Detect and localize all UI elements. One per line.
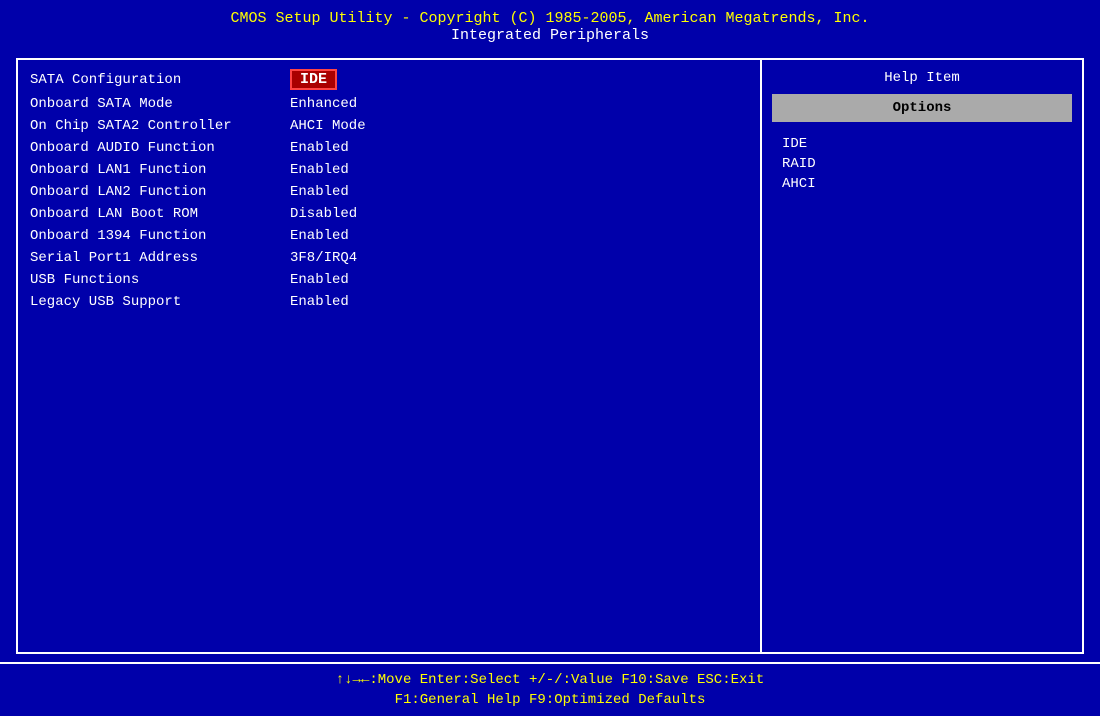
config-label: USB Functions xyxy=(30,272,290,288)
footer-line2: F1:General Help F9:Optimized Defaults xyxy=(0,690,1100,710)
config-row[interactable]: Onboard LAN Boot ROMDisabled xyxy=(18,203,760,225)
options-box: Options xyxy=(772,94,1072,122)
config-label: Serial Port1 Address xyxy=(30,250,290,266)
config-value[interactable]: Enabled xyxy=(290,272,349,288)
config-value[interactable]: Enabled xyxy=(290,294,349,310)
option-item[interactable]: IDE xyxy=(782,134,1062,154)
option-item[interactable]: AHCI xyxy=(782,174,1062,194)
config-value[interactable]: AHCI Mode xyxy=(290,118,366,134)
config-label: Onboard 1394 Function xyxy=(30,228,290,244)
config-label: SATA Configuration xyxy=(30,72,290,88)
main-content: SATA ConfigurationIDEOnboard SATA ModeEn… xyxy=(16,58,1084,654)
config-label: Legacy USB Support xyxy=(30,294,290,310)
config-value[interactable]: Enabled xyxy=(290,184,349,200)
config-row[interactable]: Serial Port1 Address3F8/IRQ4 xyxy=(18,247,760,269)
config-label: Onboard SATA Mode xyxy=(30,96,290,112)
option-item[interactable]: RAID xyxy=(782,154,1062,174)
options-list: IDERAIDAHCI xyxy=(762,130,1082,198)
right-panel: Help Item Options IDERAIDAHCI xyxy=(762,60,1082,652)
bios-header: CMOS Setup Utility - Copyright (C) 1985-… xyxy=(0,0,1100,50)
header-subtitle: Integrated Peripherals xyxy=(0,27,1100,44)
config-label: On Chip SATA2 Controller xyxy=(30,118,290,134)
header-title: CMOS Setup Utility - Copyright (C) 1985-… xyxy=(0,10,1100,27)
config-value[interactable]: Enabled xyxy=(290,140,349,156)
config-label: Onboard AUDIO Function xyxy=(30,140,290,156)
config-row[interactable]: Onboard LAN1 FunctionEnabled xyxy=(18,159,760,181)
config-label: Onboard LAN2 Function xyxy=(30,184,290,200)
config-row[interactable]: SATA ConfigurationIDE xyxy=(18,66,760,93)
config-row[interactable]: USB FunctionsEnabled xyxy=(18,269,760,291)
config-row[interactable]: Onboard SATA ModeEnhanced xyxy=(18,93,760,115)
config-value[interactable]: Enhanced xyxy=(290,96,357,112)
config-row[interactable]: Onboard 1394 FunctionEnabled xyxy=(18,225,760,247)
config-value[interactable]: Enabled xyxy=(290,162,349,178)
config-row[interactable]: Onboard AUDIO FunctionEnabled xyxy=(18,137,760,159)
config-value[interactable]: Enabled xyxy=(290,228,349,244)
left-panel: SATA ConfigurationIDEOnboard SATA ModeEn… xyxy=(18,60,762,652)
footer: ↑↓→←:Move Enter:Select +/-/:Value F10:Sa… xyxy=(0,662,1100,716)
config-value[interactable]: IDE xyxy=(290,69,337,90)
config-value[interactable]: Disabled xyxy=(290,206,357,222)
config-row[interactable]: Legacy USB SupportEnabled xyxy=(18,291,760,313)
config-label: Onboard LAN1 Function xyxy=(30,162,290,178)
footer-line1: ↑↓→←:Move Enter:Select +/-/:Value F10:Sa… xyxy=(0,670,1100,690)
config-row[interactable]: On Chip SATA2 ControllerAHCI Mode xyxy=(18,115,760,137)
help-item-header: Help Item xyxy=(762,66,1082,94)
config-row[interactable]: Onboard LAN2 FunctionEnabled xyxy=(18,181,760,203)
config-value[interactable]: 3F8/IRQ4 xyxy=(290,250,357,266)
config-label: Onboard LAN Boot ROM xyxy=(30,206,290,222)
